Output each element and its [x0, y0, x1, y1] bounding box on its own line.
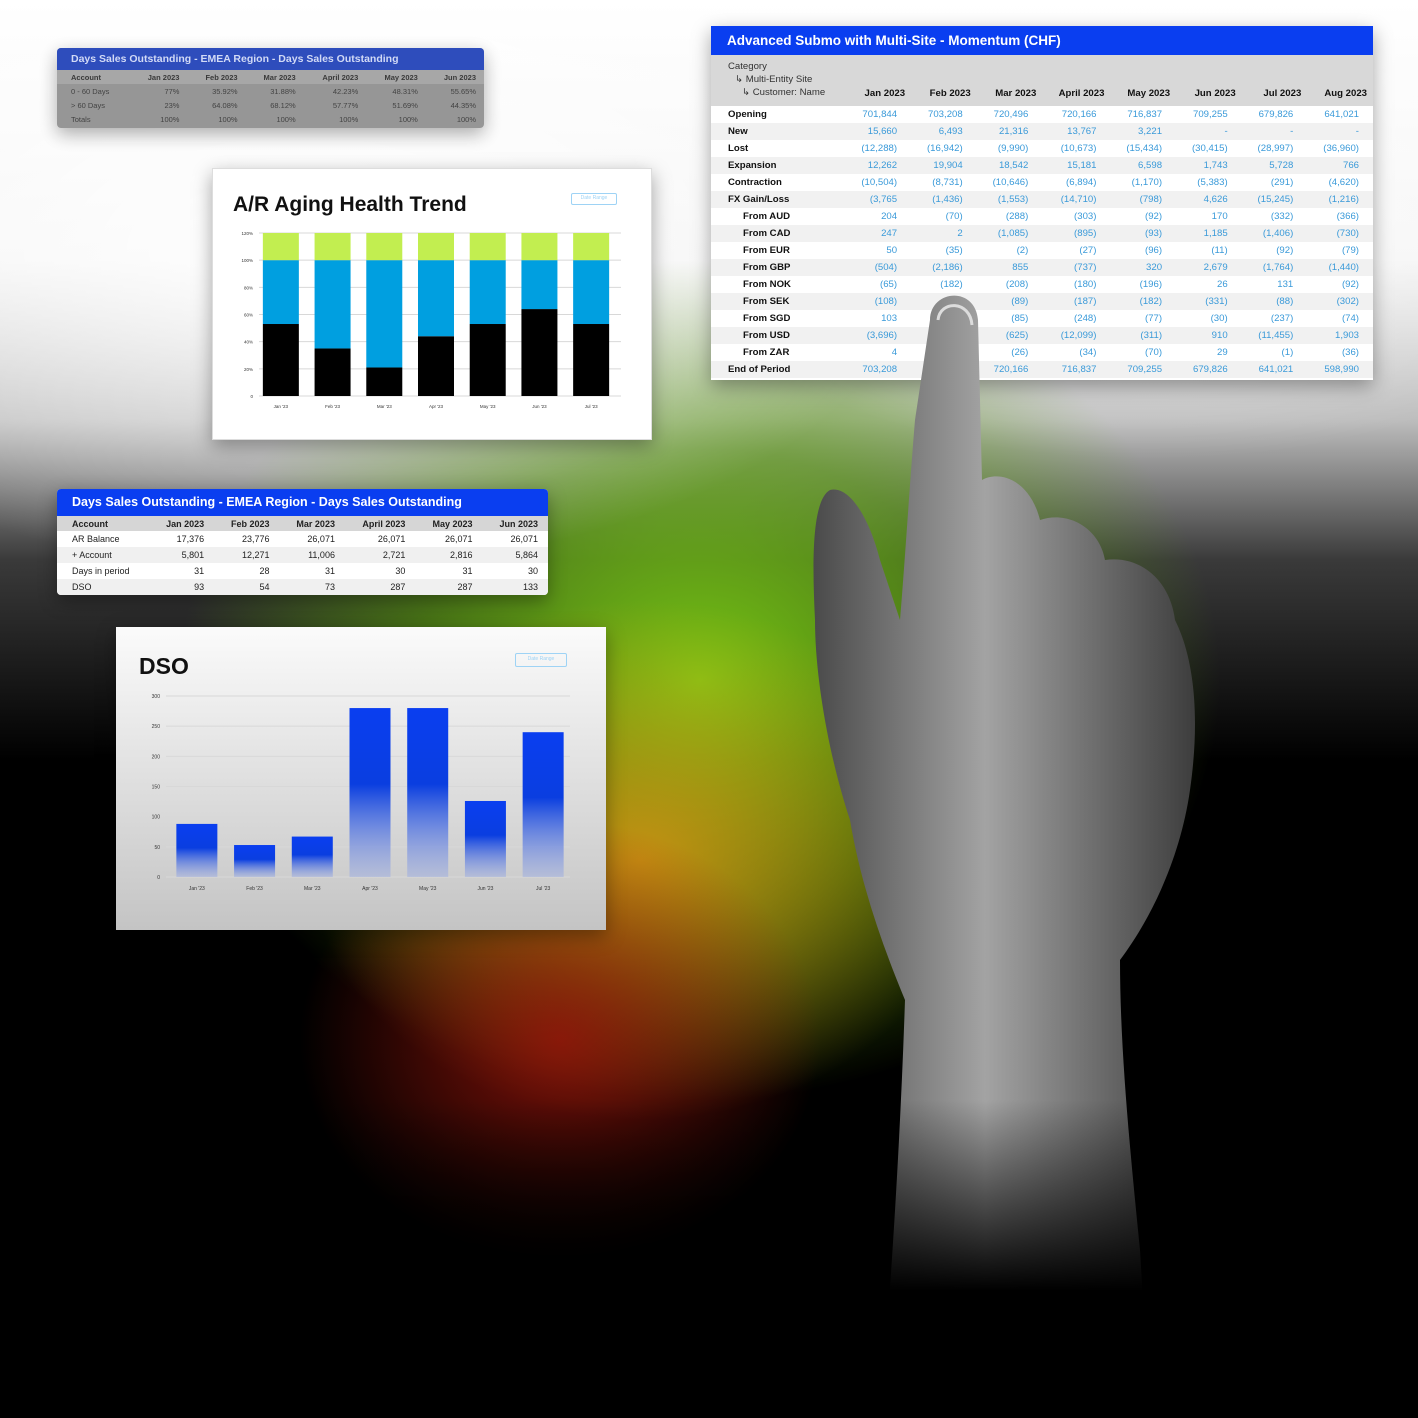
bottom-fade: [0, 1100, 1418, 1418]
